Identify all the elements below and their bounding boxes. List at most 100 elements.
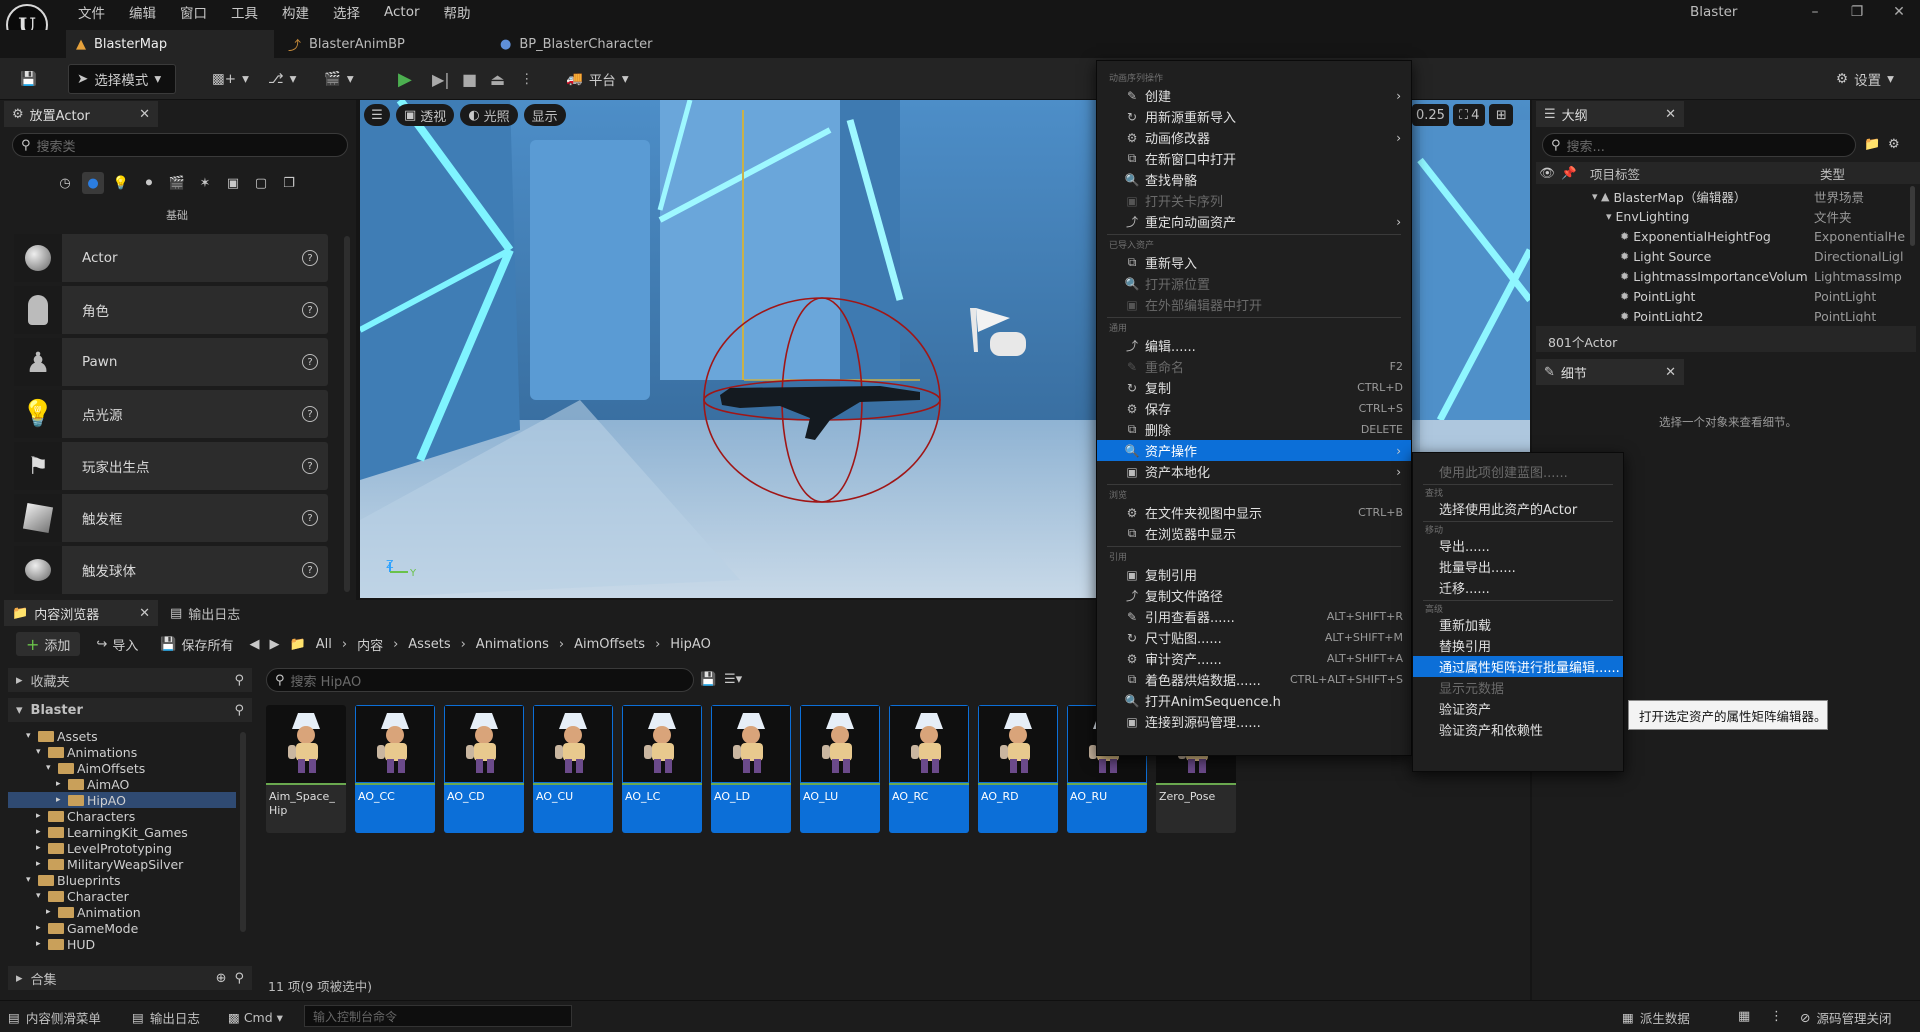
output-log-button[interactable]: ▤ 输出日志 (132, 1006, 200, 1028)
help-icon[interactable]: ? (302, 302, 318, 318)
add-content-button[interactable]: ▩+ ▾ (204, 64, 257, 94)
class-search-input[interactable]: ⚲ 搜索类 (12, 133, 348, 157)
search-icon[interactable]: ⚲ (234, 971, 244, 986)
unsaved-icon[interactable]: ▦ (1738, 1009, 1750, 1024)
context-menu-item[interactable]: ✎ 重命名 F2 (1097, 356, 1411, 377)
chevron-right-icon[interactable]: ▸ (36, 859, 45, 869)
close-icon[interactable]: ✕ (139, 107, 150, 122)
add-folder-icon[interactable]: 📁 (1864, 137, 1880, 152)
filter-icon[interactable]: ☰▾ (724, 672, 742, 687)
chevron-down-icon[interactable]: ▾ (36, 891, 45, 901)
context-menu-item[interactable]: ⤴ 编辑...... (1097, 335, 1411, 356)
submenu-item[interactable]: 批量导出...... (1413, 556, 1623, 577)
chevron-down-icon[interactable]: ▾ (26, 875, 35, 885)
restore-icon[interactable]: ❐ (1842, 4, 1872, 20)
eject-button[interactable]: ⏏ (482, 64, 513, 94)
eye-icon[interactable]: 👁 (1536, 165, 1558, 181)
context-menu-item[interactable]: 🔍 打开源位置 (1097, 273, 1411, 294)
asset-tile[interactable]: AO_CU (533, 705, 613, 833)
blueprints-button[interactable]: ⎇ ▾ (260, 64, 304, 94)
cinematics-button[interactable]: 🎬 ▾ (316, 64, 362, 94)
asset-tile[interactable]: Aim_Space_ Hip (266, 705, 346, 833)
advance-frame-button[interactable]: ▶| (424, 64, 458, 94)
minimize-icon[interactable]: – (1800, 4, 1830, 20)
outliner-row[interactable]: ✹ LightmassImportanceVolum LightmassImp (1536, 266, 1912, 286)
viewport-menu-button[interactable]: ☰ (364, 104, 390, 126)
outliner-row[interactable]: ✹ PointLight PointLight (1536, 286, 1912, 306)
context-menu-item[interactable]: 🔍 查找骨骼 (1097, 169, 1411, 190)
submenu-item[interactable]: 选择使用此资产的Actor (1413, 498, 1623, 519)
view-mode-button[interactable]: ◐ 光照 (460, 104, 518, 126)
maximize-viewport-button[interactable]: ⊞ (1489, 104, 1514, 126)
chevron-down-icon[interactable]: ▾ (36, 747, 45, 757)
type-column-header[interactable]: 类型 (1810, 164, 1845, 183)
tab-bp-blastercharacter[interactable]: ● BP_BlasterCharacter (490, 30, 700, 58)
outliner-row[interactable]: ✹ Light Source DirectionalLigl (1536, 246, 1912, 266)
actor-item-trigger-box[interactable]: 触发框? (14, 494, 328, 542)
folder-tree-item[interactable]: ▾ Animations (8, 744, 236, 760)
close-window-icon[interactable]: ✕ (1884, 4, 1914, 20)
tree-scrollbar[interactable] (240, 732, 246, 932)
search-icon[interactable]: ⚲ (234, 703, 244, 718)
folder-tree-item[interactable]: ▸ Characters (8, 808, 236, 824)
menu-select[interactable]: 选择 (321, 2, 372, 22)
asset-tile[interactable]: AO_CC (355, 705, 435, 833)
context-menu-item[interactable]: ⧉ 删除 DELETE (1097, 419, 1411, 440)
folder-tree-item[interactable]: ▾ Assets (8, 728, 236, 744)
folder-tree-item[interactable]: ▸ AimAO (8, 776, 236, 792)
context-menu-item[interactable]: ↻ 用新源重新导入 (1097, 106, 1411, 127)
source-control-button[interactable]: ⊘ 源码管理关闭 (1800, 1006, 1892, 1028)
favorites-section[interactable]: ▸ 收藏夹 ⚲ (8, 668, 252, 692)
help-icon[interactable]: ? (302, 458, 318, 474)
pin-icon[interactable]: 📌 (1558, 165, 1580, 181)
outliner-row[interactable]: ▾ ▲ BlasterMap（编辑器） 世界场景 (1536, 186, 1912, 206)
submenu-item[interactable]: 通过属性矩阵进行批量编辑...... (1413, 656, 1623, 677)
asset-tile[interactable]: AO_CD (444, 705, 524, 833)
chevron-right-icon[interactable]: ▸ (56, 795, 65, 805)
context-menu-item[interactable]: ✎ 引用查看器...... ALT+SHIFT+R (1097, 606, 1411, 627)
search-icon[interactable]: ⚲ (234, 673, 244, 688)
more-vertical-icon[interactable]: ⋮ (1770, 1009, 1783, 1024)
submenu-item[interactable]: 显示元数据 (1413, 677, 1623, 698)
breadcrumb-all[interactable]: All (316, 637, 332, 652)
help-icon[interactable]: ? (302, 562, 318, 578)
breadcrumb-content[interactable]: 内容 (357, 635, 383, 654)
select-mode-dropdown[interactable]: ➤ 选择模式 ▾ (68, 64, 176, 94)
context-menu-item[interactable]: ▣ 在外部编辑器中打开 (1097, 294, 1411, 315)
tab-output-log[interactable]: ▤ 输出日志 (170, 600, 240, 626)
context-menu-item[interactable]: ▣ 复制引用 (1097, 564, 1411, 585)
context-menu-item[interactable]: ↻ 尺寸贴图...... ALT+SHIFT+M (1097, 627, 1411, 648)
close-icon[interactable]: ✕ (1665, 107, 1676, 122)
back-icon[interactable]: ◀ (250, 637, 260, 652)
folder-tree-item[interactable]: ▸ GameMode (8, 920, 236, 936)
tab-blastermap[interactable]: ▲ BlasterMap (66, 30, 274, 58)
folder-tree-item[interactable]: ▸ HUD (8, 936, 236, 952)
add-button[interactable]: + 添加 (16, 632, 81, 656)
save-all-button[interactable]: 💾 保存所有 (154, 632, 239, 656)
menu-file[interactable]: 文件 (66, 2, 117, 22)
stop-button[interactable]: ■ (454, 64, 485, 94)
context-menu-item[interactable]: ⚙ 审计资产...... ALT+SHIFT+A (1097, 648, 1411, 669)
context-menu-item[interactable]: ▣ 打开关卡序列 (1097, 190, 1411, 211)
submenu-item[interactable]: 使用此项创建蓝图...... (1413, 461, 1623, 482)
menu-actor[interactable]: Actor (372, 4, 432, 20)
context-menu-item[interactable]: ⚙ 在文件夹视图中显示 CTRL+B (1097, 502, 1411, 523)
outliner-scrollbar[interactable] (1910, 186, 1915, 246)
actor-item-point-light[interactable]: 💡 点光源? (14, 390, 328, 438)
tab-details[interactable]: ✎ 细节 ✕ (1536, 359, 1684, 385)
chevron-right-icon[interactable]: ▸ (36, 827, 45, 837)
platforms-dropdown[interactable]: 🚚 平台 ▾ (558, 64, 637, 94)
chevron-down-icon[interactable]: ▾ (26, 731, 35, 741)
context-menu-item[interactable]: ▣ 连接到源码管理...... (1097, 711, 1411, 732)
menu-help[interactable]: 帮助 (432, 2, 483, 22)
context-menu-item[interactable]: ⧉ 重新导入 (1097, 252, 1411, 273)
asset-tile[interactable]: AO_LD (711, 705, 791, 833)
context-menu-item[interactable]: ⧉ 着色器烘焙数据...... CTRL+ALT+SHIFT+S (1097, 669, 1411, 690)
menu-build[interactable]: 构建 (270, 2, 321, 22)
chevron-right-icon[interactable]: ▸ (46, 907, 55, 917)
actor-item-player-start[interactable]: ⚑ 玩家出生点? (14, 442, 328, 490)
asset-tile[interactable]: AO_LU (800, 705, 880, 833)
close-icon[interactable]: ✕ (139, 606, 150, 621)
breadcrumb-animations[interactable]: Animations (476, 637, 549, 652)
breadcrumb-assets[interactable]: Assets (408, 637, 450, 652)
